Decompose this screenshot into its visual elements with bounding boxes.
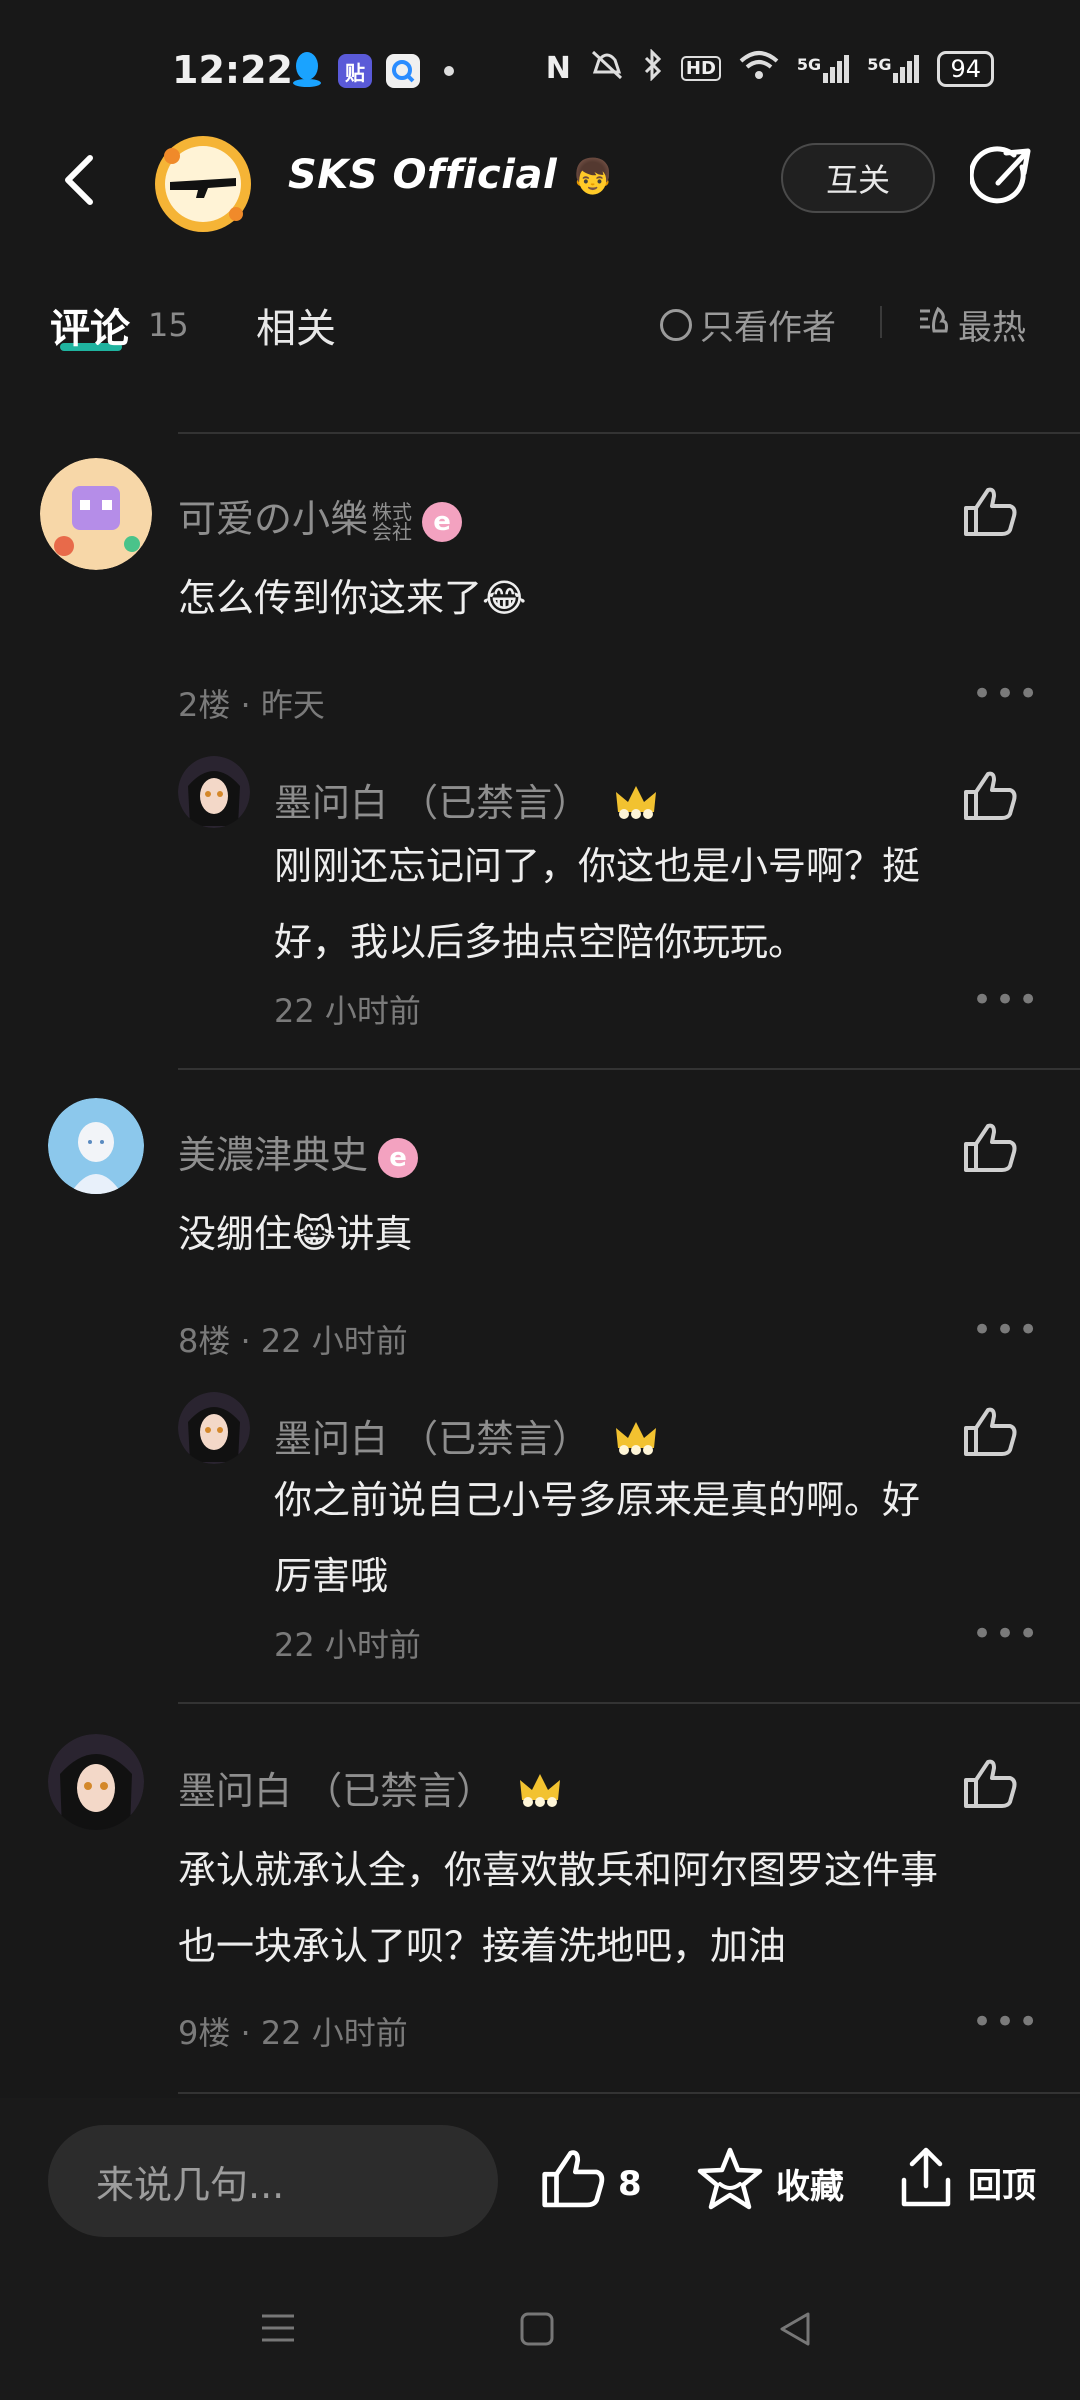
comment-username[interactable]: 美濃津典史 e: [178, 1124, 419, 1179]
like-icon[interactable]: [962, 486, 1018, 538]
comment-text-line-2: 也一块承认了呗？接着洗地吧，加油: [178, 1924, 787, 1968]
tab-comments[interactable]: 评论: [50, 296, 130, 354]
comment-meta: 8楼 · 22 小时前: [178, 1322, 408, 1360]
comment-text: 没绷住😹讲真: [178, 1212, 413, 1256]
status-bar: 12:22 贴 N HD 5G 5G 94: [0, 0, 1080, 130]
mutual-follow-button[interactable]: 互关: [781, 143, 935, 213]
comment-input[interactable]: 来说几句...: [48, 2125, 498, 2237]
browser-icon: [386, 54, 420, 88]
wifi-icon: [739, 49, 779, 88]
menu-nav-icon[interactable]: [258, 2310, 298, 2350]
more-options-icon[interactable]: •••: [972, 1310, 1041, 1350]
like-icon[interactable]: [962, 770, 1018, 822]
reply-username[interactable]: 墨问白 （已禁言）: [274, 772, 658, 829]
status-app-icons: 贴: [290, 50, 454, 92]
back-nav-icon[interactable]: [776, 2310, 814, 2352]
more-options-icon[interactable]: •••: [972, 980, 1041, 1020]
sort-label: 最热: [958, 308, 1026, 348]
favorite-label: 收藏: [776, 2167, 844, 2207]
comments-count: 15: [148, 306, 189, 344]
home-nav-icon[interactable]: [518, 2310, 556, 2352]
level-badge-icon: e: [422, 501, 463, 542]
upload-arrow-icon: [896, 2146, 956, 2219]
comment-username[interactable]: 可爱の小樂 株式 会社 e: [178, 488, 463, 544]
like-icon[interactable]: [962, 1122, 1018, 1174]
comment-username[interactable]: 墨问白 （已禁言）: [178, 1760, 562, 1817]
tieba-icon: 贴: [338, 54, 372, 88]
signal-icon-2: 5G: [867, 54, 920, 83]
divider: [178, 2092, 1080, 2094]
level-badge-icon: e: [378, 1137, 419, 1178]
avatar[interactable]: [48, 1734, 144, 1830]
page-title: SKS Official 👦: [288, 152, 615, 198]
comment-meta: 2楼 · 昨天: [178, 686, 325, 724]
author-avatar[interactable]: [148, 132, 258, 236]
reply-text-line-1: 刚刚还忘记问了，你这也是小号啊？挺: [274, 844, 921, 888]
sort-hot-button[interactable]: 最热: [916, 300, 1026, 349]
like-count: 8: [618, 2163, 642, 2204]
like-icon[interactable]: [962, 1406, 1018, 1458]
hd-icon: HD: [680, 56, 721, 81]
star-icon: [696, 2146, 764, 2221]
like-icon[interactable]: [962, 1758, 1018, 1810]
like-post-button[interactable]: 8: [540, 2148, 642, 2219]
crown-icon: [614, 782, 658, 829]
share-icon[interactable]: [968, 145, 1036, 211]
crown-icon: [518, 1770, 562, 1817]
reply-meta: 22 小时前: [274, 992, 421, 1030]
qq-icon: [290, 50, 324, 92]
reply-text-line-2: 好，我以后多抽点空陪你玩玩。: [274, 920, 807, 964]
comment-text: 怎么传到你这来了😂: [178, 576, 527, 620]
avatar[interactable]: [48, 1098, 144, 1194]
comment-meta: 9楼 · 22 小时前: [178, 2014, 408, 2052]
status-right-icons: N HD 5G 5G 94: [546, 48, 994, 89]
battery-indicator: 94: [937, 50, 994, 87]
emoji-badge-icon: 👦: [571, 157, 615, 197]
back-to-top-label: 回顶: [968, 2166, 1036, 2206]
author-only-label: 只看作者: [700, 308, 836, 348]
crown-icon: [614, 1418, 658, 1465]
back-button[interactable]: [56, 150, 106, 210]
more-options-icon[interactable]: •••: [972, 1614, 1041, 1654]
divider: [880, 306, 882, 338]
divider: [178, 432, 1080, 434]
more-options-icon[interactable]: •••: [972, 2002, 1041, 2042]
sort-icon: [916, 303, 952, 346]
reply-username[interactable]: 墨问白 （已禁言）: [274, 1408, 658, 1465]
status-time: 12:22: [172, 48, 293, 92]
author-only-filter[interactable]: 只看作者: [660, 300, 836, 349]
reply-meta: 22 小时前: [274, 1626, 421, 1664]
avatar[interactable]: [40, 458, 152, 570]
signal-icon-1: 5G: [797, 54, 850, 83]
mute-icon: [589, 48, 625, 89]
nfc-icon: N: [545, 51, 571, 86]
radio-icon: [660, 308, 692, 341]
back-to-top-button[interactable]: 回顶: [896, 2146, 1036, 2219]
reply-text-line-2: 厉害哦: [274, 1554, 389, 1598]
divider: [178, 1702, 1080, 1704]
reply-text-line-1: 你之前说自己小号多原来是真的啊。好: [274, 1478, 921, 1522]
tab-related[interactable]: 相关: [256, 296, 336, 354]
divider: [178, 1068, 1080, 1070]
avatar[interactable]: [178, 756, 250, 828]
comment-text-line-1: 承认就承认全，你喜欢散兵和阿尔图罗这件事: [178, 1848, 939, 1892]
bluetooth-icon: [643, 48, 663, 88]
avatar[interactable]: [178, 1392, 250, 1464]
username-suffix: 株式 会社: [372, 499, 413, 544]
more-options-icon[interactable]: •••: [972, 674, 1041, 714]
favorite-button[interactable]: 收藏: [696, 2146, 844, 2221]
dot-icon: [444, 66, 454, 76]
thumbs-up-icon: [540, 2148, 606, 2219]
